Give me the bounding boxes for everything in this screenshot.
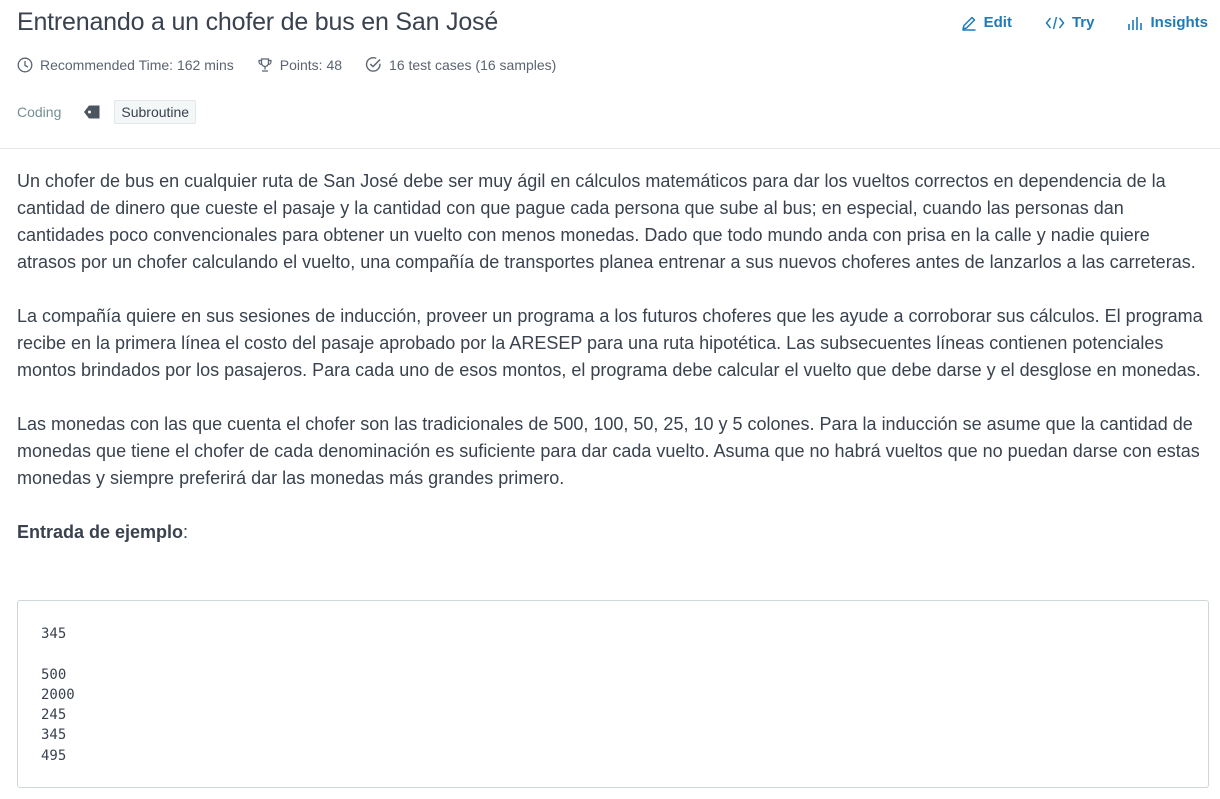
tags-row: Coding Subroutine — [17, 100, 197, 124]
sample-input-label: Entrada de ejemplo — [17, 522, 184, 542]
edit-button[interactable]: Edit — [961, 14, 1012, 31]
sample-input-colon: : — [183, 522, 189, 542]
test-cases-text: 16 test cases (16 samples) — [389, 56, 557, 73]
page-title: Entrenando a un chofer de bus en San Jos… — [17, 8, 499, 36]
test-cases: 16 test cases (16 samples) — [365, 56, 556, 73]
challenge-type: Coding — [17, 104, 62, 120]
trophy-icon — [258, 57, 272, 72]
challenge-meta: Recommended Time: 162 mins Points: 48 16… — [17, 56, 556, 73]
points-text: Points: 48 — [279, 56, 343, 73]
points: Points: 48 — [257, 56, 342, 73]
code-icon — [1045, 16, 1065, 29]
insights-label: Insights — [1150, 14, 1208, 31]
sample-input-heading: Entrada de ejemplo: — [17, 519, 1209, 546]
sample-input-box[interactable]: 345 500 2000 245 345 495 — [17, 600, 1209, 788]
try-label: Try — [1071, 14, 1095, 31]
challenge-header: Entrenando a un chofer de bus en San Jos… — [0, 0, 1220, 149]
bar-chart-icon — [1128, 16, 1143, 30]
paragraph: Las monedas con las que cuenta el chofer… — [17, 414, 1200, 488]
tag-chip[interactable]: Subroutine — [114, 100, 197, 124]
check-circle-icon — [365, 57, 381, 72]
header-actions: Edit Try Insights — [961, 14, 1208, 31]
recommended-time: Recommended Time: 162 mins — [17, 56, 234, 73]
edit-label: Edit — [983, 14, 1012, 31]
tag-icon — [84, 105, 100, 119]
pencil-icon — [961, 16, 976, 31]
paragraph: La compañía quiere en sus sesiones de in… — [17, 306, 1203, 380]
paragraph: Un chofer de bus en cualquier ruta de Sa… — [17, 171, 1196, 272]
insights-button[interactable]: Insights — [1127, 14, 1208, 31]
problem-statement: Un chofer de bus en cualquier ruta de Sa… — [17, 168, 1209, 546]
recommended-time-text: Recommended Time: 162 mins — [40, 56, 234, 73]
clock-icon — [17, 57, 33, 72]
try-button[interactable]: Try — [1045, 14, 1095, 31]
sample-input-code: 345 500 2000 245 345 495 — [41, 626, 75, 764]
